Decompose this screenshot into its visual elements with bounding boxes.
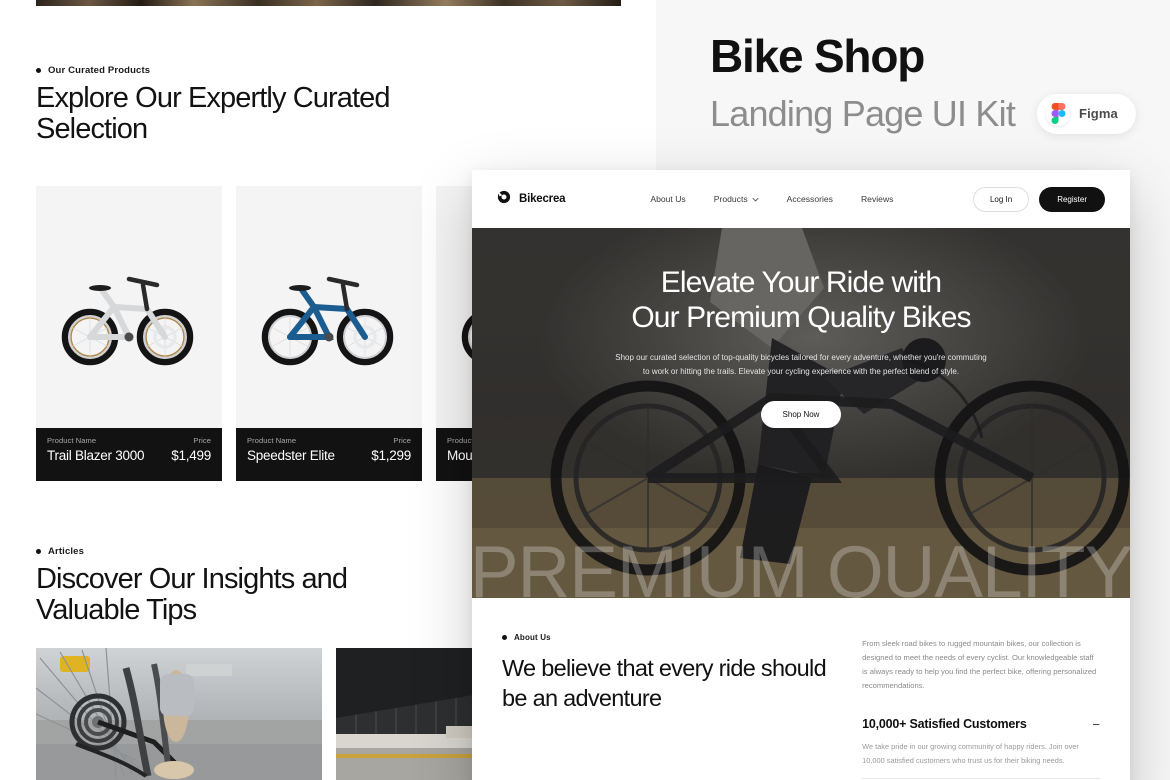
about-paragraph: From sleek road bikes to rugged mountain… [862, 639, 1097, 691]
accordion-divider [862, 777, 1100, 779]
nav-link-accessories[interactable]: Accessories [787, 194, 833, 204]
products-heading: Explore Our Expertly Curated Selection [36, 82, 390, 146]
login-button[interactable]: Log In [972, 186, 1030, 212]
nav-link-about-us[interactable]: About Us [650, 194, 685, 204]
mock-about-section: About Us We believe that every ride shou… [472, 598, 1130, 779]
product-image-white-bike [36, 186, 222, 439]
hero-paragraph: Shop our curated selection of top-qualit… [615, 352, 987, 376]
bullet-dot-icon [502, 635, 507, 640]
nav-links: About Us Products Accessories Reviews [650, 194, 893, 204]
hero-content: Elevate Your Ride with Our Premium Quali… [472, 266, 1130, 428]
products-eyebrow-label: Our Curated Products [48, 65, 151, 76]
price-label: Price [393, 436, 411, 445]
hero-watermark-text: PREMIUM QUALITY [472, 532, 1130, 598]
kit-subtitle: Landing Page UI Kit [710, 93, 1016, 134]
product-image-blue-bike [236, 186, 422, 439]
nav-link-label: Products [713, 194, 748, 204]
articles-eyebrow: Articles [36, 546, 84, 557]
nav-link-products[interactable]: Products [714, 194, 759, 204]
brand-name: Bikecrea [519, 193, 566, 205]
product-card[interactable]: Product Name Price Trail Blazer 3000 $1,… [36, 186, 222, 481]
nav-link-label: Reviews [860, 194, 894, 204]
hero-title-line2: Our Premium Quality Bikes [631, 300, 971, 334]
article-image-drivetrain[interactable] [36, 648, 322, 780]
articles-heading: Discover Our Insights and Valuable Tips [36, 563, 348, 627]
product-price: $1,299 [371, 448, 411, 463]
accordion-item[interactable]: 10,000+ Satisfied Customers − We take pr… [862, 717, 1100, 779]
figma-icon [1046, 101, 1071, 126]
about-eyebrow-label: About Us [514, 633, 551, 642]
product-meta: Product Name Price Trail Blazer 3000 $1,… [36, 428, 222, 481]
accordion-title: 10,000+ Satisfied Customers [862, 717, 1027, 732]
shop-now-button[interactable]: Shop Now [760, 400, 842, 428]
about-eyebrow: About Us [502, 633, 832, 642]
ring-logo-icon [497, 190, 511, 209]
product-card[interactable]: Product Name Price Speedster Elite $1,29… [236, 186, 422, 481]
about-left-column: About Us We believe that every ride shou… [502, 633, 832, 779]
about-heading: We believe that every ride should be an … [502, 655, 827, 712]
product-name: Trail Blazer 3000 [47, 448, 145, 463]
chevron-down-icon [752, 194, 759, 204]
hero-title-line1: Elevate Your Ride with [660, 266, 942, 299]
product-name-label: Product Name [47, 436, 97, 445]
nav-link-reviews[interactable]: Reviews [861, 194, 893, 204]
price-label: Price [193, 436, 211, 445]
product-meta: Product Name Price Speedster Elite $1,29… [236, 428, 422, 481]
figma-badge-label: Figma [1079, 106, 1118, 122]
register-button[interactable]: Register [1039, 186, 1105, 212]
figma-badge[interactable]: Figma [1037, 93, 1136, 134]
mock-navbar: Bikecrea About Us Products Accessories R… [472, 170, 1130, 228]
landing-page-mockup: Bikecrea About Us Products Accessories R… [472, 170, 1130, 780]
products-eyebrow: Our Curated Products [36, 65, 150, 76]
articles-eyebrow-label: Articles [48, 546, 85, 557]
about-right-column: From sleek road bikes to rugged mountain… [862, 633, 1100, 779]
product-price: $1,499 [171, 448, 211, 463]
mock-hero: Elevate Your Ride with Our Premium Quali… [472, 228, 1130, 598]
kit-subtitle-row: Landing Page UI Kit Figma [710, 92, 1136, 135]
bullet-dot-icon [36, 68, 41, 73]
accordion-body: We take pride in our growing community o… [862, 742, 1079, 765]
screenshot-stage: Bike Shop Landing Page UI Kit Figma Our … [0, 0, 1170, 780]
brand-logo[interactable]: Bikecrea [497, 190, 566, 209]
nav-actions: Log In Register [972, 186, 1105, 212]
bullet-dot-icon [36, 549, 41, 554]
minus-icon[interactable]: − [1092, 718, 1100, 731]
accordion-header[interactable]: 10,000+ Satisfied Customers − [862, 717, 1100, 731]
hero-title: Elevate Your Ride with Our Premium Quali… [532, 266, 1070, 336]
nav-link-label: About Us [650, 194, 686, 204]
product-name-label: Product Name [247, 436, 297, 445]
nav-link-label: Accessories [786, 194, 833, 204]
top-photo-strip [36, 0, 621, 6]
product-name: Speedster Elite [247, 448, 335, 463]
kit-title: Bike Shop [710, 30, 925, 82]
